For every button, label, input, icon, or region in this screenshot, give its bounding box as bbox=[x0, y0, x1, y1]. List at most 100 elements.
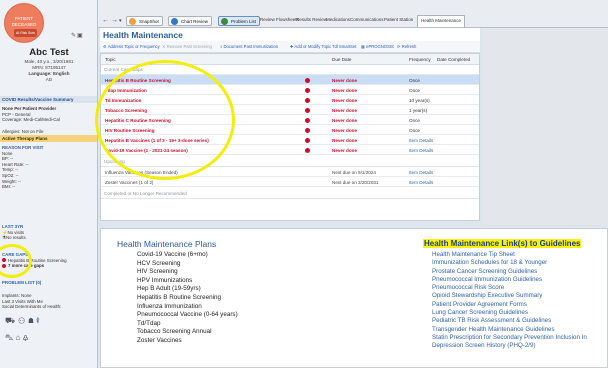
overdue-dot-icon bbox=[305, 97, 310, 103]
plan-item[interactable]: HCV Screening bbox=[137, 260, 238, 269]
guideline-link[interactable]: Pediatric TB Risk Assessment & Guideline… bbox=[432, 317, 587, 325]
food-icon[interactable]: ⚕ bbox=[36, 316, 40, 325]
row-frequency[interactable]: Item Details bbox=[409, 180, 433, 185]
row-due: Never done bbox=[332, 127, 358, 133]
back-arrow-icon[interactable]: ← bbox=[102, 17, 109, 25]
forward-arrow-icon[interactable]: → bbox=[111, 17, 118, 25]
provider-block: None Per Patient Provider PCP - General … bbox=[2, 106, 96, 123]
add-modify-topic-button[interactable]: ✚ Add or Modify Topic bbox=[290, 44, 331, 49]
active-therapy-plans[interactable]: Active Therapy Plans bbox=[0, 135, 97, 142]
overdue-dot-icon bbox=[305, 137, 310, 143]
guideline-link[interactable]: Pneumococcal Risk Score bbox=[432, 284, 587, 292]
people-icon[interactable]: ⚇ bbox=[17, 316, 25, 325]
row-frequency: Once bbox=[409, 127, 420, 133]
row-frequency[interactable]: Item Details bbox=[409, 138, 433, 143]
plan-item[interactable]: Hepatitis B Routine Screening bbox=[137, 294, 238, 303]
overdue-dot-icon bbox=[305, 147, 310, 153]
guidelines-heading: Health Maintenance Link(s) to Guidelines bbox=[423, 239, 582, 248]
guideline-link[interactable]: Lung Cancer Screening Guidelines bbox=[432, 309, 587, 317]
alcohol-icon[interactable]: ♧ bbox=[23, 333, 29, 342]
overdue-dot-icon bbox=[305, 117, 310, 123]
sdoh-icons-row2: ⛍ ⌂ ♧ bbox=[5, 333, 28, 343]
guideline-link[interactable]: Pneumococcal Immunization Guidelines bbox=[432, 276, 587, 284]
address-topic-button[interactable]: ⚙ Address Topic or Frequency bbox=[103, 44, 160, 49]
guideline-link[interactable]: Prostate Cancer Screening Guidelines bbox=[432, 268, 587, 276]
right-empty-panel bbox=[482, 28, 608, 225]
tab-review-flowsheets[interactable]: Review Flowsheets bbox=[260, 17, 299, 22]
tab-medications[interactable]: Medications bbox=[326, 17, 350, 22]
row-due: Never done bbox=[332, 77, 358, 83]
overdue-dot-icon bbox=[305, 77, 310, 83]
plan-item[interactable]: HIV Screening bbox=[137, 268, 238, 277]
remove-past-screening-button[interactable]: ✕ Remove Past Screening bbox=[162, 44, 212, 49]
patient-photo-badge[interactable]: PATIENT DECEASED At Risk Scrn bbox=[4, 3, 44, 43]
guideline-link[interactable]: Health Maintenance Tip Sheet bbox=[432, 251, 587, 259]
smartset-button[interactable]: Tdl SmartSet bbox=[332, 44, 356, 49]
plan-item[interactable]: Td/Tdap bbox=[137, 320, 238, 329]
plan-item[interactable]: HPV Immunizations bbox=[137, 277, 238, 286]
badge-line2: DECEASED bbox=[11, 22, 37, 27]
document-immunization-button[interactable]: ⚕ Document Past Immunization bbox=[220, 44, 278, 49]
checklist-icon bbox=[221, 18, 228, 25]
col-due-date[interactable]: Due Date bbox=[332, 57, 351, 62]
patient-name: Abc Test bbox=[29, 47, 69, 58]
guideline-link[interactable]: Depression Screen History (PHQ-2/9) bbox=[432, 342, 587, 350]
other-info-block: Implants: None Last 3 Visits With Me Soc… bbox=[2, 293, 96, 310]
tab-health-maintenance[interactable]: Health Maintenance bbox=[417, 15, 466, 27]
row-frequency[interactable]: Item Details bbox=[409, 148, 433, 153]
snapshot-button[interactable]: SnapShot bbox=[126, 16, 163, 26]
guideline-link[interactable]: Immunization Schedules for 18 & Younger bbox=[432, 259, 587, 267]
allergies-label[interactable]: Allergies: Not on File bbox=[0, 128, 97, 135]
person-icon bbox=[129, 18, 136, 25]
plan-item[interactable]: Influenza Immunization bbox=[137, 303, 238, 312]
tab-communications[interactable]: Communications bbox=[350, 17, 384, 22]
header-icons[interactable]: ✎▣ bbox=[71, 32, 84, 39]
covid-summary-link[interactable]: COVID Results/Vaccine Summary bbox=[0, 96, 97, 103]
money-icon[interactable]: ☗ bbox=[28, 316, 34, 325]
dropdown-icon[interactable]: ▾ bbox=[119, 17, 122, 25]
tab-patient-station[interactable]: Patient Station bbox=[384, 17, 413, 22]
overdue-dot-icon bbox=[305, 87, 310, 93]
col-date-completed[interactable]: Date Completed bbox=[437, 57, 470, 62]
last-3yr-block: LAST 3YR ⚡No visits ⚗No results bbox=[2, 224, 96, 241]
patient-sidebar: PATIENT DECEASED At Risk Scrn ✎▣ Abc Tes… bbox=[0, 0, 98, 368]
guideline-link[interactable]: Transgender Health Maintenance Guideline… bbox=[432, 326, 587, 334]
plan-item[interactable]: Tobacco Screening Annual bbox=[137, 328, 238, 337]
row-frequency[interactable]: Item Details bbox=[409, 170, 433, 175]
coverage-label: Coverage: Medi-Cal/Medi-Cal bbox=[2, 117, 60, 123]
plan-item[interactable]: Hep B Adult (19-59yrs) bbox=[137, 285, 238, 294]
row-frequency: Once bbox=[409, 117, 420, 123]
chart-review-button[interactable]: Chart Review bbox=[168, 16, 213, 26]
row-due: Next due on 9/1/2024 bbox=[332, 169, 376, 175]
home-icon[interactable]: ⌂ bbox=[15, 333, 20, 342]
row-topic[interactable]: Zoster Vaccines (1 of 2) bbox=[105, 180, 153, 185]
transport-icon[interactable]: ⛟ bbox=[5, 316, 15, 325]
guideline-link[interactable]: Statin Prescription for Secondary Preven… bbox=[432, 334, 587, 342]
card-icon[interactable]: ▣ bbox=[77, 33, 84, 39]
plan-item[interactable]: Zoster Vaccines bbox=[137, 337, 238, 346]
car-icon[interactable]: ⛍ bbox=[5, 333, 13, 342]
row-due: Never done bbox=[332, 147, 358, 153]
guideline-link[interactable]: Patient Provider Agreement Forms bbox=[432, 301, 587, 309]
problem-list-heading[interactable]: PROBLEM LIST (0) bbox=[2, 280, 96, 286]
row-due: Never done bbox=[332, 117, 358, 123]
plans-heading: Health Maintenance Plans bbox=[117, 239, 217, 249]
plans-list: Covid-19 Vaccine (6+mo) HCV Screening HIV … bbox=[137, 251, 238, 346]
sdoh-label[interactable]: Social Determinants of Health: bbox=[2, 304, 96, 310]
col-frequency[interactable]: Frequency bbox=[409, 57, 431, 62]
plan-item[interactable]: Pneumococcal Vaccine (0-64 years) bbox=[137, 311, 238, 320]
problem-list-button[interactable]: Problem List bbox=[218, 16, 261, 26]
tab-results-review[interactable]: Results Review bbox=[296, 17, 327, 22]
patient-header: PATIENT DECEASED At Risk Scrn ✎▣ Abc Tes… bbox=[0, 0, 97, 96]
eprognosis-button[interactable]: ▦ ePROGNOSIS bbox=[361, 44, 394, 49]
guideline-link[interactable]: Opioid Stewardship Executive Summary bbox=[432, 292, 587, 300]
last-3yr-val[interactable]: ⚗No results bbox=[2, 235, 96, 241]
row-due: Next due on 3/20/2031 bbox=[332, 179, 379, 185]
visit-block: REASON FOR VISIT None BP: -- Heart Rate:… bbox=[2, 145, 96, 190]
col-topic[interactable]: Topic bbox=[105, 57, 116, 62]
group-completed[interactable]: Completed or No Longer Recommended bbox=[101, 189, 479, 199]
risk-badge: At Risk Scrn bbox=[14, 29, 38, 37]
refresh-button[interactable]: ⟳ Refresh bbox=[397, 44, 416, 49]
overdue-dot-icon bbox=[305, 127, 310, 133]
plan-item[interactable]: Covid-19 Vaccine (6+mo) bbox=[137, 251, 238, 260]
